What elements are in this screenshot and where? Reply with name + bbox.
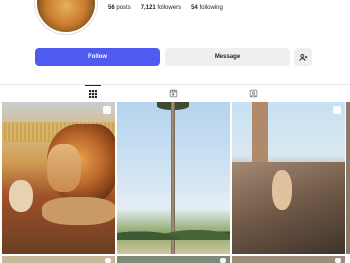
add-person-icon [298, 53, 307, 61]
profile-stats: 56 posts 7,121 followers 54 following [108, 5, 223, 11]
posts-stat[interactable]: 56 posts [108, 5, 131, 11]
followers-stat[interactable]: 7,121 followers [141, 5, 181, 11]
post-thumbnail[interactable] [117, 102, 230, 254]
profile-avatar[interactable] [35, 0, 97, 34]
reels-icon [169, 89, 177, 97]
tab-reels[interactable] [165, 85, 181, 101]
video-badge-icon [105, 258, 111, 263]
post-thumbnail[interactable] [232, 102, 345, 254]
mongoose-image [272, 170, 292, 210]
tagged-icon [249, 89, 257, 97]
video-badge-icon [333, 106, 341, 114]
video-badge-icon [335, 258, 341, 263]
message-button[interactable]: Message [165, 48, 290, 66]
post-thumbnail[interactable] [2, 102, 115, 254]
post-thumbnail[interactable] [232, 256, 345, 263]
tab-posts[interactable] [85, 85, 101, 101]
video-badge-icon [103, 106, 111, 114]
lion-cub-image [9, 180, 33, 212]
grid-icon [89, 89, 97, 98]
following-stat[interactable]: 54 following [191, 5, 223, 11]
post-thumbnail-partial[interactable] [346, 102, 350, 254]
video-badge-icon [220, 258, 226, 263]
follow-button[interactable]: Follow [35, 48, 160, 66]
suggested-users-button[interactable] [294, 48, 312, 66]
tab-tagged[interactable] [245, 85, 261, 101]
post-thumbnail[interactable] [117, 256, 230, 263]
profile-tabs [0, 84, 350, 101]
post-thumbnail[interactable] [2, 256, 115, 263]
